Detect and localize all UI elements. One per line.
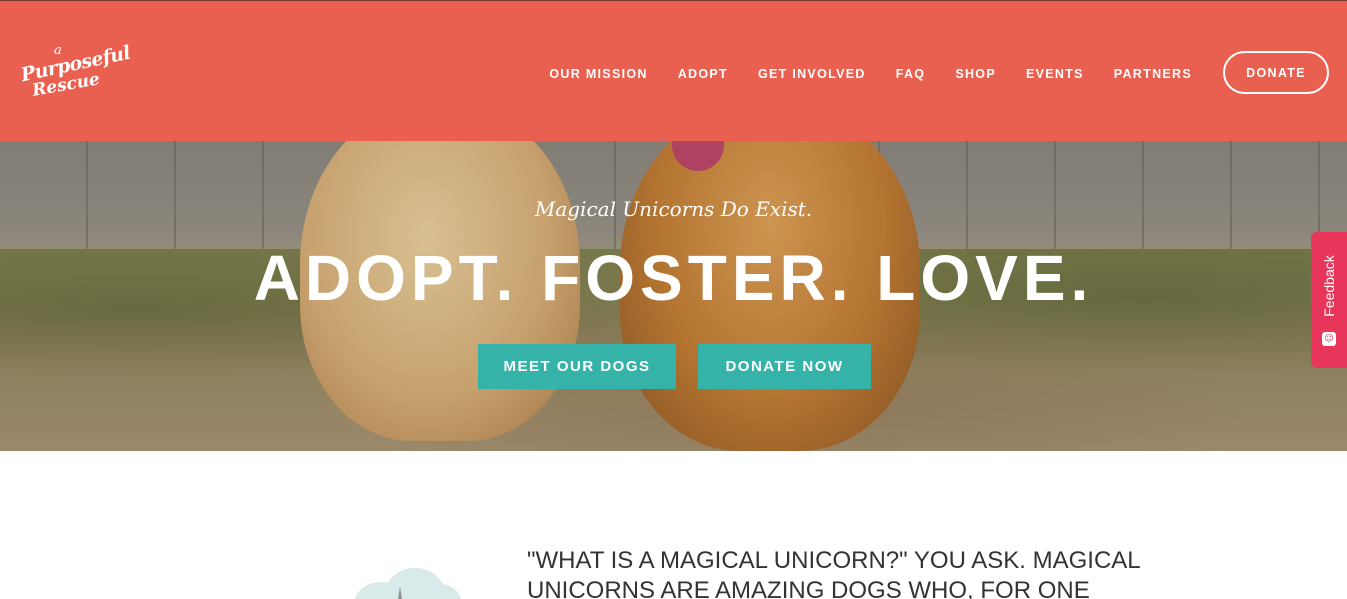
feedback-chat-icon: ☺: [1322, 332, 1336, 346]
nav-our-mission[interactable]: OUR MISSION: [549, 67, 647, 81]
feedback-label: Feedback: [1321, 255, 1337, 317]
hero-title: ADOPT. FOSTER. LOVE.: [253, 242, 1094, 314]
purposeful-rescue-logo[interactable]: a Purposeful Rescue: [19, 41, 132, 103]
main-nav: OUR MISSION ADOPT GET INVOLVED FAQ SHOP …: [519, 67, 1192, 81]
unicorn-cloud-illustration: [354, 568, 462, 599]
unicorn-icon: [398, 586, 402, 599]
nav-partners[interactable]: PARTNERS: [1114, 67, 1192, 81]
header-donate-button[interactable]: DONATE: [1223, 51, 1329, 94]
nav-adopt[interactable]: ADOPT: [678, 67, 728, 81]
intro-text: "WHAT IS A MAGICAL UNICORN?" YOU ASK. MA…: [527, 547, 1140, 599]
feedback-tab[interactable]: Feedback ☺: [1311, 232, 1347, 368]
hero-tagline: Magical Unicorns Do Exist.: [534, 197, 813, 221]
site-header: a Purposeful Rescue OUR MISSION ADOPT GE…: [0, 0, 1347, 141]
nav-get-involved[interactable]: GET INVOLVED: [758, 67, 866, 81]
nav-faq[interactable]: FAQ: [896, 67, 926, 81]
hero-banner: Magical Unicorns Do Exist. ADOPT. FOSTER…: [0, 141, 1347, 451]
nav-shop[interactable]: SHOP: [955, 67, 996, 81]
meet-our-dogs-button[interactable]: MEET OUR DOGS: [478, 344, 676, 389]
donate-now-button[interactable]: DONATE NOW: [698, 344, 871, 389]
nav-events[interactable]: EVENTS: [1026, 67, 1084, 81]
